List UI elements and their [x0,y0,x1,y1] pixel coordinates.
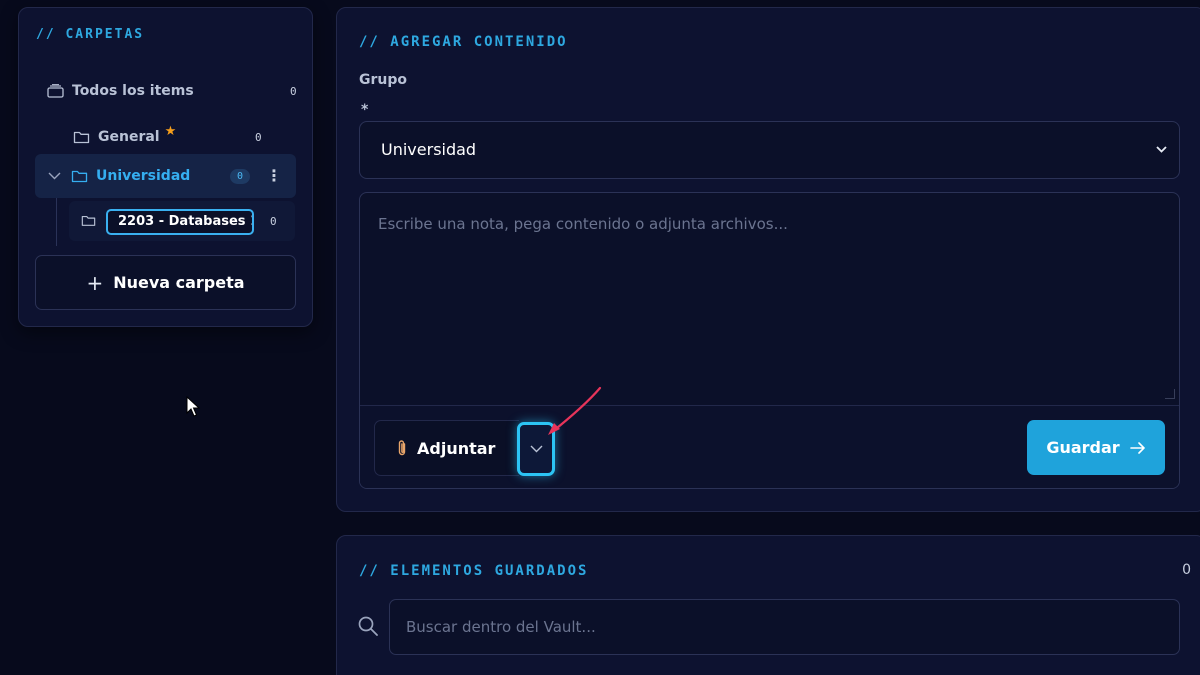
folder-icon [71,169,88,183]
stack-icon [47,84,64,98]
saved-items-count: 0 [1182,562,1191,578]
folder-count-badge: 0 [230,169,250,184]
resize-handle-icon[interactable] [1165,389,1175,399]
chevron-down-icon [1156,122,1167,178]
folder-item-universidad[interactable]: Universidad 0 ⋮ [35,154,296,198]
add-content-panel: // AGREGAR CONTENIDO Grupo * Universidad… [336,7,1200,512]
folder-icon [73,130,90,144]
folder-icon [81,214,96,227]
add-content-title: // AGREGAR CONTENIDO [359,34,568,50]
attach-button[interactable]: Adjuntar [374,420,519,476]
required-mark: * [361,102,369,118]
attach-label: Adjuntar [417,438,496,458]
paperclip-icon [397,439,407,457]
folders-title: // CARPETAS [36,27,145,42]
page: // CARPETAS Todos los items 0 General ★ … [0,0,1200,675]
note-textarea[interactable]: Escribe una nota, pega contenido o adjun… [360,193,1179,405]
more-options-icon[interactable]: ⋮ [266,168,282,184]
folder-item-label: Todos los items [72,83,194,99]
note-composer: Escribe una nota, pega contenido o adjun… [359,192,1180,489]
attach-dropdown-button[interactable] [517,422,555,476]
folder-item-general[interactable]: General ★ 0 [73,116,303,158]
folder-item-count: 0 [290,84,297,98]
group-select-value: Universidad [381,140,477,159]
search-input[interactable]: Buscar dentro del Vault... [389,599,1180,655]
tree-connector [56,198,57,246]
arrow-right-icon [1129,441,1146,454]
save-button[interactable]: Guardar [1027,420,1165,475]
chevron-down-icon[interactable] [48,172,61,180]
folder-item-label: Universidad [96,168,191,184]
folder-item-count: 0 [270,215,277,228]
chevron-down-icon [530,445,542,453]
folder-item-databases[interactable]: 2203 - Databases 1 0 [69,201,295,241]
star-icon: ★ [164,123,177,139]
folder-item-label: General [98,129,160,145]
folder-item-count: 0 [255,130,262,144]
search-icon [358,616,378,636]
folder-item-all[interactable]: Todos los items 0 [45,70,307,112]
plus-icon: + [86,270,104,295]
new-folder-label: Nueva carpeta [113,273,245,292]
saved-items-panel: // ELEMENTOS GUARDADOS 0 Buscar dentro d… [336,535,1200,675]
group-label: Grupo [359,72,408,88]
mouse-cursor-icon [186,396,201,417]
new-folder-button[interactable]: + Nueva carpeta [35,255,296,310]
save-label: Guardar [1046,438,1120,457]
saved-items-title: // ELEMENTOS GUARDADOS [359,563,589,579]
folders-panel: // CARPETAS Todos los items 0 General ★ … [18,7,313,327]
folder-name-input[interactable]: 2203 - Databases 1 [106,209,254,235]
composer-toolbar: Adjuntar Guardar [360,405,1179,488]
group-select[interactable]: Universidad [359,121,1180,179]
